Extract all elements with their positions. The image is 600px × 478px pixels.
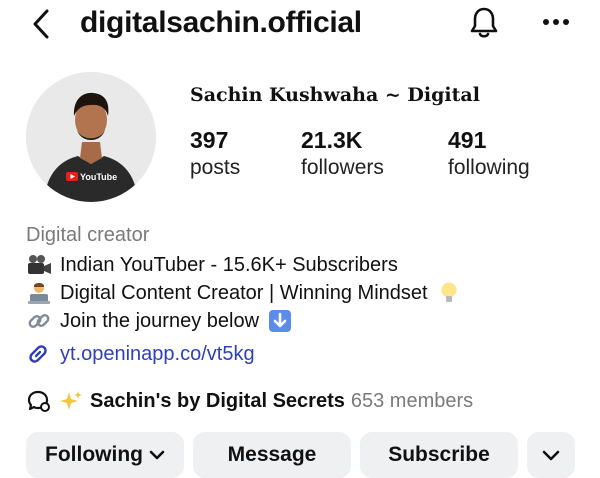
notifications-button[interactable]	[466, 4, 502, 42]
followers-count: 21.3K	[301, 127, 363, 153]
link-icon	[29, 345, 47, 363]
bell-icon	[470, 7, 498, 38]
sparkles-icon	[58, 388, 84, 414]
chevron-down-icon	[149, 450, 165, 460]
posts-stat[interactable]: 397 posts	[190, 126, 240, 182]
following-button[interactable]: Following	[26, 432, 184, 478]
bio-line-text: Indian YouTuber - 15.6K+ Subscribers	[60, 253, 398, 276]
channel-name: Sachin's by Digital Secrets	[90, 389, 345, 412]
broadcast-channel[interactable]: Sachin's by Digital Secrets 653 members	[26, 388, 473, 414]
message-button-label: Message	[227, 443, 317, 466]
message-button[interactable]: Message	[193, 432, 351, 478]
bio-line-text: Digital Content Creator | Winning Mindse…	[60, 281, 428, 304]
more-options-button[interactable]	[536, 10, 576, 34]
following-count: 491	[448, 127, 487, 153]
followers-label: followers	[301, 156, 384, 179]
bio-link-text: yt.openinapp.co/vt5kg	[60, 342, 255, 365]
bio-link[interactable]: yt.openinapp.co/vt5kg	[26, 342, 255, 366]
video-camera-icon	[26, 252, 52, 278]
display-name: Sachin Kushwaha ~ Digital	[190, 84, 480, 106]
channel-member-count: 653 members	[350, 389, 474, 412]
back-button[interactable]	[26, 6, 56, 42]
following-stat[interactable]: 491 following	[448, 126, 530, 182]
technologist-icon	[26, 280, 52, 306]
subscribe-button[interactable]: Subscribe	[360, 432, 518, 478]
profile-category: Digital creator	[26, 224, 150, 246]
following-button-label: Following	[45, 443, 143, 466]
profile-avatar[interactable]: YouTube	[26, 72, 156, 202]
suggested-accounts-button[interactable]	[527, 432, 575, 478]
link-chain-icon	[26, 308, 52, 334]
bio-line: Indian YouTuber - 15.6K+ Subscribers	[26, 252, 398, 278]
profile-username: digitalsachin.official	[80, 6, 362, 39]
broadcast-channel-icon	[27, 390, 50, 412]
bio-line: Digital Content Creator | Winning Mindse…	[26, 280, 462, 306]
avatar-photo: YouTube	[26, 72, 156, 202]
subscribe-button-label: Subscribe	[388, 443, 490, 466]
followers-stat[interactable]: 21.3K followers	[301, 126, 384, 182]
bio-line-text: Join the journey below	[60, 309, 260, 332]
posts-count: 397	[190, 127, 229, 153]
following-label: following	[448, 156, 530, 179]
chevron-down-icon	[542, 450, 560, 461]
posts-label: posts	[190, 156, 241, 179]
avatar-shirt-text: YouTube	[80, 172, 117, 182]
chevron-left-icon	[33, 9, 49, 39]
bio-line: Join the journey below	[26, 308, 293, 334]
more-dots-icon	[543, 19, 569, 25]
light-bulb-icon	[436, 280, 462, 306]
down-arrow-icon	[267, 308, 293, 334]
